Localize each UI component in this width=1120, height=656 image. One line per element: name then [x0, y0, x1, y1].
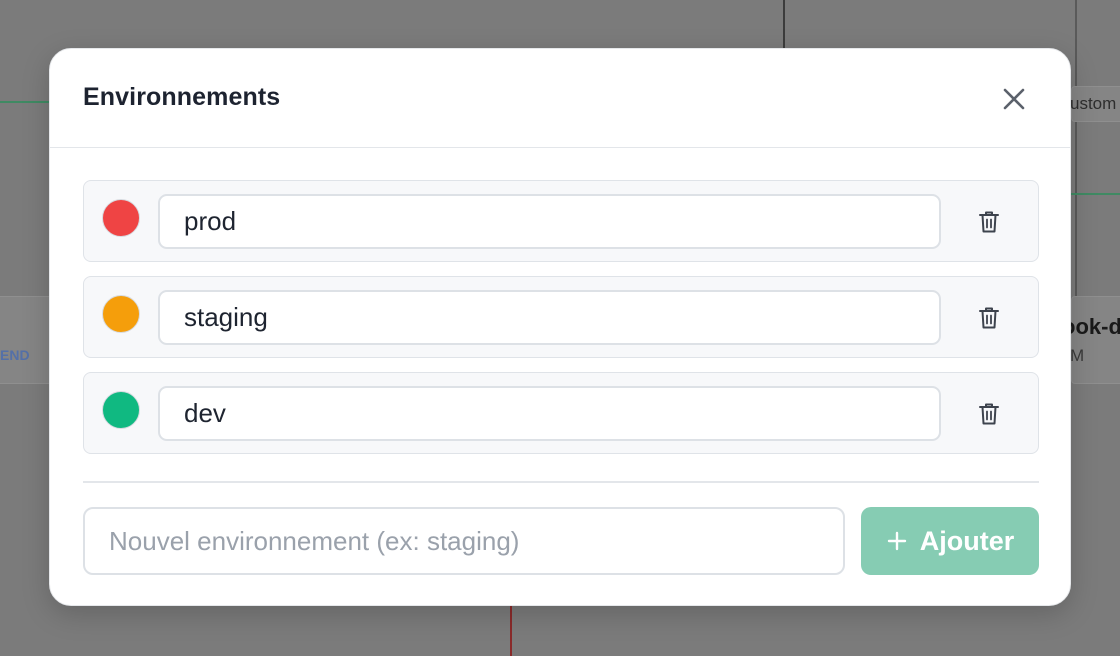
bg-node-badge: END	[0, 347, 30, 363]
delete-env-button[interactable]	[972, 205, 1006, 239]
bg-node-card	[1071, 296, 1120, 384]
bg-connector-line	[1075, 0, 1077, 90]
bg-connector-line	[783, 0, 785, 48]
plus-icon	[887, 531, 906, 551]
trash-icon	[979, 403, 999, 425]
section-divider	[83, 481, 1039, 483]
modal-header: Environnements	[50, 49, 1070, 148]
bg-connector-line	[510, 606, 512, 656]
env-color-swatch[interactable]	[102, 295, 140, 333]
environment-row-prod	[83, 180, 1039, 262]
close-button[interactable]	[996, 81, 1032, 117]
env-name-input[interactable]	[158, 194, 941, 249]
delete-env-button[interactable]	[972, 301, 1006, 335]
environments-modal: Environnements prod staging dev Nouvel e…	[49, 48, 1071, 606]
bg-connector-line	[0, 101, 49, 103]
bg-connector-line	[1075, 120, 1077, 296]
env-name-input[interactable]	[158, 290, 941, 345]
trash-icon	[979, 307, 999, 329]
close-icon	[1003, 88, 1025, 110]
bg-node-label: ustom	[1070, 94, 1117, 113]
delete-env-button[interactable]	[972, 397, 1006, 431]
trash-icon	[979, 211, 999, 233]
bg-node-card	[0, 296, 56, 384]
environment-list	[83, 180, 1039, 468]
bg-connector-line	[1071, 193, 1120, 195]
environment-row-dev	[83, 372, 1039, 454]
bg-node-subtitle: M	[1070, 346, 1085, 365]
env-color-swatch[interactable]	[102, 391, 140, 429]
modal-title: Environnements	[83, 83, 281, 111]
environment-row-staging	[83, 276, 1039, 358]
env-name-input[interactable]	[158, 386, 941, 441]
new-environment-input[interactable]	[83, 507, 845, 575]
env-color-swatch[interactable]	[102, 199, 140, 237]
add-button-label: Ajouter	[919, 525, 1015, 556]
add-environment-button[interactable]: Ajouter	[861, 507, 1039, 575]
